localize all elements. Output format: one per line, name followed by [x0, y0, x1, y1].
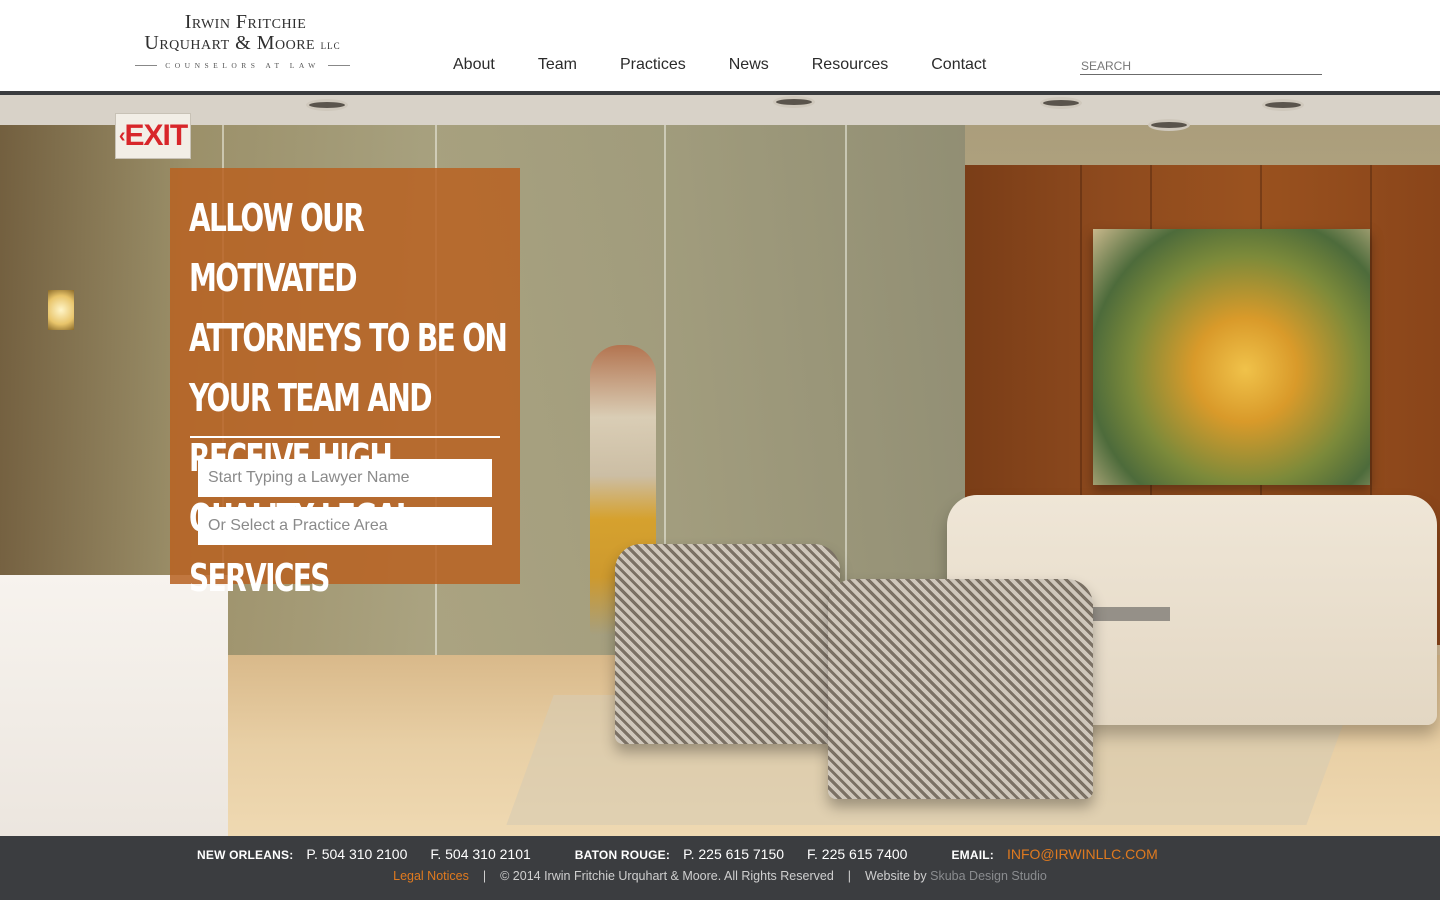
- new-orleans-label: NEW ORLEANS:: [197, 848, 294, 862]
- nav-resources[interactable]: Resources: [812, 56, 888, 74]
- armchair: [615, 544, 840, 744]
- contact-bar: NEW ORLEANS: P. 504 310 2100 F. 504 310 …: [197, 846, 1158, 862]
- logo-line-2-text: Urquhart & Moore: [144, 32, 316, 54]
- nav-news[interactable]: News: [729, 56, 769, 74]
- site-header: Irwin Fritchie Urquhart & Moore llc COUN…: [0, 0, 1440, 92]
- copyright: © 2014 Irwin Fritchie Urquhart & Moore. …: [500, 869, 834, 883]
- nav-contact[interactable]: Contact: [931, 56, 986, 74]
- lawyer-name-input[interactable]: [198, 459, 492, 497]
- site-footer: NEW ORLEANS: P. 504 310 2100 F. 504 310 …: [0, 836, 1440, 900]
- new-orleans-phone: P. 504 310 2100: [306, 846, 408, 862]
- designer-link[interactable]: Skuba Design Studio: [930, 869, 1047, 883]
- nav-practices[interactable]: Practices: [620, 56, 686, 74]
- reception-desk: [0, 575, 228, 836]
- website-by-label: Website by: [865, 869, 927, 883]
- logo-llc: llc: [320, 37, 341, 52]
- practice-area-select[interactable]: [198, 507, 492, 545]
- separator: |: [482, 869, 487, 883]
- exit-text: EXIT: [124, 119, 188, 152]
- ceiling-light: [773, 96, 815, 108]
- hero-headline: Allow our motivated attorneys to be on y…: [189, 196, 508, 600]
- logo-line-1: Irwin Fritchie: [184, 11, 307, 33]
- armchair: [828, 579, 1093, 799]
- search-input[interactable]: [1080, 57, 1322, 75]
- firm-logo[interactable]: Irwin Fritchie Urquhart & Moore llc COUN…: [120, 12, 365, 70]
- ceiling-light: [1262, 99, 1304, 111]
- ceiling-light: [1040, 97, 1082, 109]
- baton-rouge-phone: P. 225 615 7150: [683, 846, 785, 862]
- floral-painting: [1093, 229, 1370, 485]
- nav-team[interactable]: Team: [538, 56, 577, 74]
- lawyer-search-panel: Allow our motivated attorneys to be on y…: [170, 168, 520, 600]
- ceiling-light: [306, 99, 348, 111]
- ceiling-light: [1148, 119, 1190, 131]
- nav-about[interactable]: About: [453, 56, 495, 74]
- email-label: EMAIL:: [951, 848, 994, 862]
- logo-tagline: COUNSELORS AT LAW: [120, 61, 365, 70]
- separator: |: [847, 869, 852, 883]
- new-orleans-fax: F. 504 310 2101: [430, 846, 531, 862]
- wall-sconce: [48, 290, 74, 330]
- tagline-rule-left: [135, 65, 158, 66]
- main-nav: About Team Practices News Resources Cont…: [453, 56, 986, 74]
- ceiling: [0, 95, 1440, 125]
- baton-rouge-fax: F. 225 615 7400: [807, 846, 908, 862]
- baton-rouge-label: BATON ROUGE:: [574, 848, 671, 862]
- tagline-text: COUNSELORS AT LAW: [165, 61, 320, 70]
- legal-notices-link[interactable]: Legal Notices: [393, 869, 469, 883]
- exit-sign: ‹EXIT: [115, 113, 191, 159]
- headline-divider: [190, 436, 500, 438]
- legal-bar: Legal Notices | © 2014 Irwin Fritchie Urqu…: [0, 869, 1440, 883]
- logo-line-2: Urquhart & Moore llc: [120, 33, 365, 55]
- tagline-rule-right: [327, 65, 350, 66]
- email-link[interactable]: INFO@IRWINLLC.COM: [1007, 846, 1158, 862]
